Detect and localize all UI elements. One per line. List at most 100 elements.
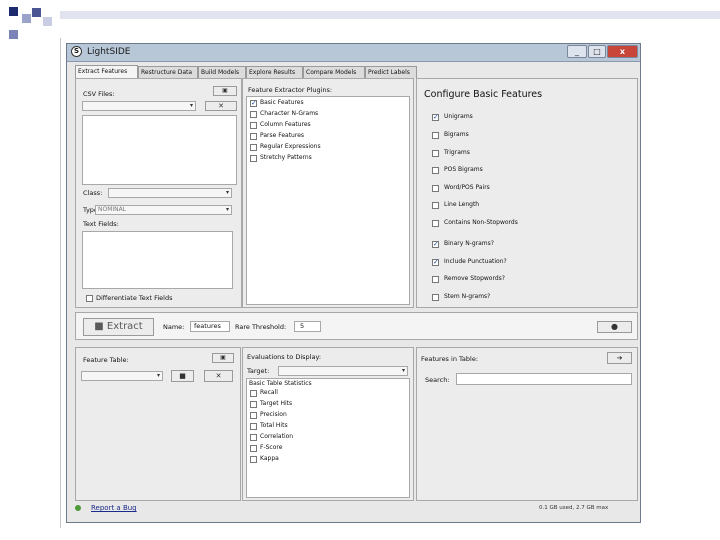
minimize-button[interactable]: _ (567, 45, 587, 58)
report-bug-link[interactable]: Report a Bug (91, 504, 137, 512)
option-label: Line Length (444, 201, 480, 208)
threshold-input[interactable]: 5 (294, 321, 321, 332)
text-fields-label: Text Fields: (83, 220, 119, 228)
dropdown-arrow-icon: ▾ (225, 189, 229, 196)
slide-bullet-square (9, 7, 18, 16)
export-button[interactable]: ➔ (607, 352, 632, 364)
tab-predict-labels[interactable]: Predict Labels (365, 66, 417, 78)
plugin-label: Parse Features (260, 132, 305, 139)
name-input[interactable]: features (190, 321, 230, 332)
feature-table-dropdown[interactable]: ▾ (81, 371, 163, 381)
option-checkbox[interactable] (432, 167, 439, 174)
target-dropdown[interactable]: ▾ (278, 366, 408, 376)
input-panel: CSV Files: ▣ ▾ ✕ Class: ▾ Type: NOMINAL ▾… (75, 78, 242, 308)
plugin-checkbox[interactable] (250, 111, 257, 118)
plugin-checkbox[interactable] (250, 144, 257, 151)
name-label: Name: (163, 323, 185, 331)
plugin-checkbox[interactable] (250, 155, 257, 162)
metric-label: Target Hits (260, 400, 293, 407)
features-in-table-panel: Features in Table: ➔ Search: (416, 347, 638, 501)
metric-label: Kappa (260, 455, 279, 462)
option-label: Bigrams (444, 131, 469, 138)
close-button[interactable]: x (607, 45, 638, 58)
search-input[interactable] (456, 373, 632, 385)
delete-table-button[interactable]: ✕ (204, 370, 233, 382)
option-checkbox[interactable]: ✓ (432, 241, 439, 248)
metric-label: Total Hits (260, 422, 288, 429)
option-checkbox[interactable]: ✓ (432, 259, 439, 266)
check-icon: ✓ (433, 113, 439, 121)
option-label: POS Bigrams (444, 166, 483, 173)
type-dropdown[interactable]: NOMINAL ▾ (95, 205, 232, 215)
extract-button-label: Extract (106, 321, 143, 332)
config-title: Configure Basic Features (424, 89, 543, 100)
search-label: Search: (425, 376, 450, 384)
dropdown-arrow-icon: ▾ (156, 372, 160, 379)
option-label: Unigrams (444, 113, 473, 120)
slide-bullet-square (32, 8, 41, 17)
option-checkbox[interactable]: ✓ (432, 114, 439, 121)
option-checkbox[interactable] (432, 185, 439, 192)
plugin-checkbox[interactable] (250, 133, 257, 140)
save-icon: ■ (179, 372, 186, 380)
plugin-checkbox[interactable] (250, 122, 257, 129)
save-table-button[interactable]: ■ (171, 370, 194, 382)
maximize-button[interactable]: □ (588, 45, 606, 58)
plugins-label: Feature Extractor Plugins: (248, 86, 333, 94)
open-folder-button[interactable]: ▣ (213, 86, 237, 96)
dropdown-arrow-icon: ▾ (189, 102, 193, 109)
metric-label: Correlation (260, 433, 294, 440)
plugin-checkbox[interactable]: ✓ (250, 100, 257, 107)
csv-files-list[interactable] (82, 115, 237, 185)
option-label: Binary N-grams? (444, 240, 494, 247)
class-dropdown[interactable]: ▾ (108, 188, 232, 198)
differentiate-checkbox[interactable] (86, 295, 93, 302)
metric-checkbox[interactable] (250, 412, 257, 419)
option-checkbox[interactable] (432, 150, 439, 157)
metric-checkbox[interactable] (250, 401, 257, 408)
metric-label: F-Score (260, 444, 283, 451)
metric-checkbox[interactable] (250, 423, 257, 430)
option-checkbox[interactable] (432, 202, 439, 209)
bug-icon (75, 505, 81, 511)
option-checkbox[interactable] (432, 220, 439, 227)
dropdown-arrow-icon: ▾ (401, 367, 405, 374)
plugins-list: ✓ Basic Features Character N-Grams Colum… (246, 96, 410, 305)
tab-build-models[interactable]: Build Models (198, 66, 246, 78)
evaluations-panel: Evaluations to Display: Target: ▾ Basic … (242, 347, 414, 501)
tab-restructure-data[interactable]: Restructure Data (138, 66, 198, 78)
text-fields-list[interactable] (82, 231, 233, 289)
tab-extract-features[interactable]: Extract Features (75, 65, 138, 78)
option-label: Remove Stopwords? (444, 275, 505, 282)
metric-checkbox[interactable] (250, 390, 257, 397)
check-icon: ✓ (433, 240, 439, 248)
tab-compare-models[interactable]: Compare Models (303, 66, 365, 78)
option-checkbox[interactable] (432, 276, 439, 283)
plugins-panel: Feature Extractor Plugins: ✓ Basic Featu… (242, 78, 414, 308)
feature-table-label: Feature Table: (83, 356, 129, 364)
plugin-label: Character N-Grams (260, 110, 319, 117)
tab-explore-results[interactable]: Explore Results (246, 66, 303, 78)
metric-label: Precision (260, 411, 287, 418)
stop-button[interactable]: ● (597, 321, 632, 333)
lightside-window: S LightSIDE _ □ x Extract Features Restr… (66, 43, 641, 523)
feature-table-panel: Feature Table: ▣ ▾ ■ ✕ (75, 347, 241, 501)
metric-checkbox[interactable] (250, 456, 257, 463)
extract-button[interactable]: ■ Extract (83, 318, 154, 336)
class-label: Class: (83, 189, 103, 197)
csv-files-label: CSV Files: (83, 90, 115, 98)
option-checkbox[interactable] (432, 132, 439, 139)
csv-files-dropdown[interactable]: ▾ (82, 101, 196, 111)
metric-label: Recall (260, 389, 278, 396)
open-feature-table-button[interactable]: ▣ (212, 353, 234, 363)
metric-checkbox[interactable] (250, 445, 257, 452)
slide-bullet-square (22, 14, 31, 23)
metric-checkbox[interactable] (250, 434, 257, 441)
remove-file-button[interactable]: ✕ (205, 101, 237, 111)
lightside-app-icon: S (71, 46, 82, 57)
plugin-label: Basic Features (260, 99, 304, 106)
option-checkbox[interactable] (432, 294, 439, 301)
type-value: NOMINAL (98, 206, 127, 213)
dropdown-arrow-icon: ▾ (225, 206, 229, 213)
threshold-label: Rare Threshold: (235, 323, 287, 331)
